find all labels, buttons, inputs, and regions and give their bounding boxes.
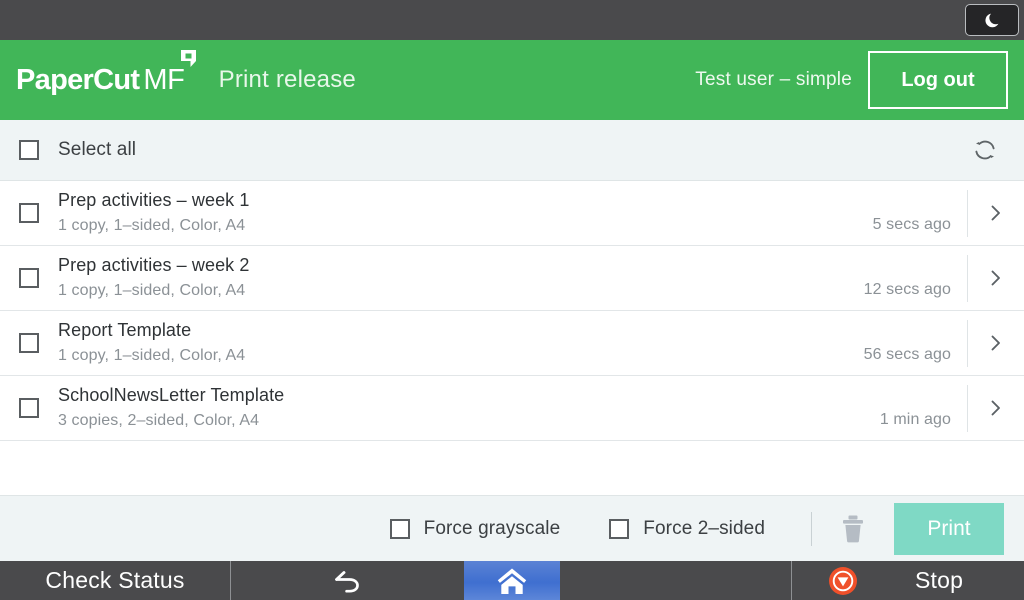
job-details: 1 copy, 1–sided, Color, A4 [58,346,246,364]
select-all-bar: Select all [0,120,1024,181]
job-title: Prep activities – week 2 [58,255,250,276]
page-title: Print release [218,66,356,93]
stop-label: Stop [915,567,964,593]
job-timestamp: 5 secs ago [872,216,951,233]
job-checkbox[interactable] [19,203,39,223]
job-details-button[interactable] [968,376,1024,441]
action-bar-divider [811,511,812,546]
force-grayscale-option[interactable]: Force grayscale [389,517,561,540]
check-status-button[interactable]: Check Status [0,561,231,600]
home-button[interactable] [464,561,560,600]
device-top-bar [0,0,1024,40]
delete-button[interactable] [822,504,884,554]
device-nav-bar: Check Status Stop [0,561,1024,600]
job-info: Prep activities – week 1 1 copy, 1–sided… [58,189,873,236]
trash-icon [843,515,863,542]
refresh-button[interactable] [968,133,1002,167]
force-duplex-option[interactable]: Force 2–sided [609,518,765,540]
home-icon [497,568,527,594]
check-status-label: Check Status [45,567,185,593]
chevron-right-icon [991,205,1000,221]
job-timestamp: 1 min ago [879,411,951,428]
moon-icon [985,13,999,28]
job-title: SchoolNewsLetter Template [58,385,285,406]
select-all-label: Select all [58,139,137,160]
job-info: SchoolNewsLetter Template 3 copies, 2–si… [58,384,880,431]
refresh-icon [975,140,995,160]
logo-secondary-text: MF [143,63,185,96]
job-info: Report Template 1 copy, 1–sided, Color, … [58,319,864,366]
job-details-button[interactable] [968,181,1024,246]
table-row[interactable]: Prep activities – week 2 1 copy, 1–sided… [0,246,1024,311]
nav-spacer [560,561,792,600]
header-right-group: Test user – simple Log out [695,51,1024,109]
table-row[interactable]: Report Template 1 copy, 1–sided, Color, … [0,311,1024,376]
job-checkbox[interactable] [19,398,39,418]
papercut-logo: PaperCut MF [16,49,196,96]
job-details: 1 copy, 1–sided, Color, A4 [58,216,246,234]
chevron-right-icon [991,400,1000,416]
print-job-list: Prep activities – week 1 1 copy, 1–sided… [0,181,1024,495]
stop-button[interactable]: Stop [792,561,1024,600]
force-duplex-label: Force 2–sided [643,517,765,539]
current-user-label: Test user – simple [695,69,852,90]
logo-tag-icon [180,49,196,67]
job-title: Report Template [58,320,192,341]
print-button[interactable]: Print [894,502,1004,555]
force-duplex-checkbox[interactable] [609,518,630,539]
job-checkbox[interactable] [19,333,39,353]
job-details: 1 copy, 1–sided, Color, A4 [58,281,246,299]
select-all-checkbox[interactable] [19,140,39,160]
sleep-button[interactable] [965,4,1019,36]
table-row[interactable]: Prep activities – week 1 1 copy, 1–sided… [0,181,1024,246]
job-checkbox[interactable] [19,268,39,288]
chevron-right-icon [991,270,1000,286]
print-release-screen: PaperCut MF Print release Test user – si… [0,0,1024,600]
job-info: Prep activities – week 2 1 copy, 1–sided… [58,254,864,301]
job-timestamp: 56 secs ago [863,346,951,363]
stop-icon [829,566,857,595]
force-grayscale-label: Force grayscale [423,517,561,539]
table-row[interactable]: SchoolNewsLetter Template 3 copies, 2–si… [0,376,1024,441]
back-arrow-icon [334,570,359,593]
job-details-button[interactable] [968,311,1024,376]
back-button[interactable] [231,561,464,600]
logout-button[interactable]: Log out [868,51,1008,109]
force-grayscale-checkbox[interactable] [389,518,410,539]
job-details-button[interactable] [968,246,1024,311]
job-details: 3 copies, 2–sided, Color, A4 [58,411,260,429]
logo-primary-text: PaperCut [16,63,140,96]
app-header: PaperCut MF Print release Test user – si… [0,40,1024,120]
chevron-right-icon [991,335,1000,351]
action-bar: Force grayscale Force 2–sided Print [0,495,1024,561]
job-title: Prep activities – week 1 [58,190,250,211]
job-timestamp: 12 secs ago [863,281,951,298]
